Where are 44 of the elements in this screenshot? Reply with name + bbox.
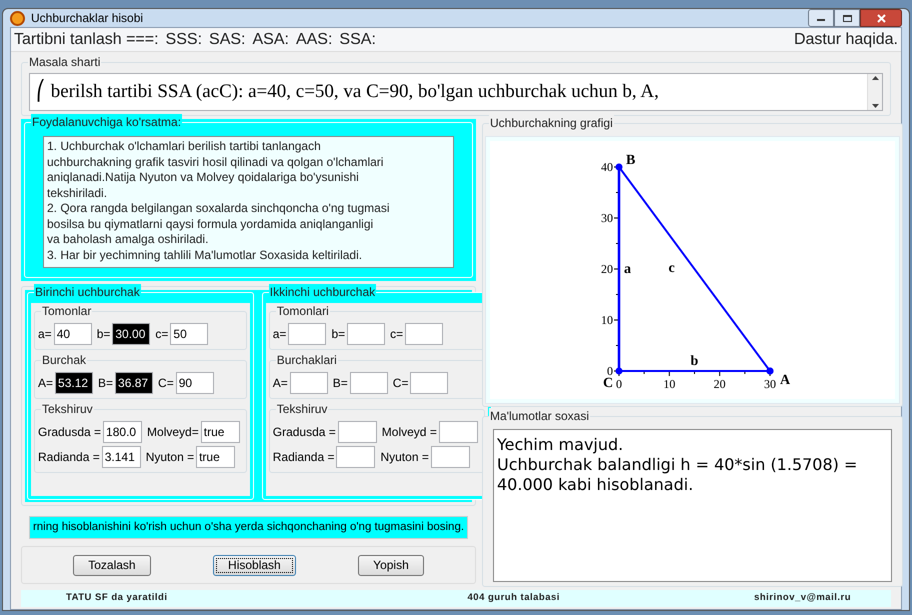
axis-tick-label: 0	[616, 377, 622, 391]
field-label: Molveyd=	[147, 424, 199, 441]
hint-banner: rning hisoblanishini ko'rish uchun o'sha yerda sichqonchaning o'ng tugmasini bosing.	[28, 516, 468, 539]
window-title: Uchburchaklar hisobi	[31, 10, 144, 27]
field-label: C=	[158, 375, 174, 392]
field-label: b=	[331, 326, 346, 343]
axis-tick-label: 30	[764, 377, 776, 391]
status-text: 404 guruh talabasi	[468, 591, 560, 606]
field-label: C=	[392, 375, 408, 392]
info-text: Yechim mavjud. Uchburchak balandligi h = 40*sin (1.5708) = 40.000 kabi hisoblanadi.	[493, 429, 892, 582]
field-label: A=	[272, 375, 288, 392]
instructions-text: 1. Uchburchak o'lchamlari berilish tartibi tanlangach uchburchakning grafik tasviri hosil qilinadi va qolgan o'lchamlari aniqlanadi.Natija Nyuton va Molvey qoidalariga bo'ysunishi tekshiriladi. 2. Qora rangda belgilangan soxalarda sinchqoncha o'ng tugmasi bosilsa bu qiymatlarni qaysi formula yordamida aniqlanganligi va baholash amalga oshiriladi. 3. Har bir yechimning tahlili Ma'lumotlar Soxasida keltiriladi.	[43, 136, 454, 268]
group-title: Uchburchakning grafigi	[489, 115, 614, 131]
field-label: c=	[390, 326, 404, 343]
vertex-label: B	[626, 153, 636, 168]
status-text: shirinov_v@mail.ru	[754, 591, 851, 606]
vertex-label: A	[780, 373, 790, 388]
vertex-label: C	[603, 376, 614, 391]
axis-tick-label: 40	[601, 160, 613, 174]
field-label: a=	[272, 326, 286, 343]
field-label: a=	[38, 326, 52, 343]
axis-tick-label: 10	[663, 377, 676, 391]
axis-tick-label: 20	[714, 377, 726, 391]
field-label: Molveyd =	[382, 424, 437, 441]
axis-tick-label: 20	[601, 262, 613, 276]
field-label: Nyuton =	[146, 449, 194, 466]
field-label: Radianda =	[38, 449, 100, 466]
field-label: Radianda =	[272, 449, 334, 466]
field-label: A=	[38, 375, 54, 392]
group-title: Foydalanuvchiga ko'rsatma:	[31, 114, 182, 130]
status-text: TATU SF da yaratildi	[66, 591, 168, 606]
axis-tick-label: 10	[601, 313, 613, 327]
field-label: Gradusda =	[272, 424, 336, 441]
axis-tick-label: 30	[601, 211, 613, 225]
field-label: Nyuton =	[380, 449, 429, 466]
axis-tick-label: 0	[607, 364, 613, 378]
side-label: b	[690, 354, 698, 369]
side-label: c	[668, 261, 675, 276]
field-label: B=	[332, 375, 348, 392]
field-label: b=	[96, 326, 110, 343]
side-label: a	[624, 262, 631, 277]
field-label: B=	[98, 375, 114, 392]
field-label: Gradusda =	[38, 424, 102, 441]
field-label: c=	[155, 326, 168, 343]
